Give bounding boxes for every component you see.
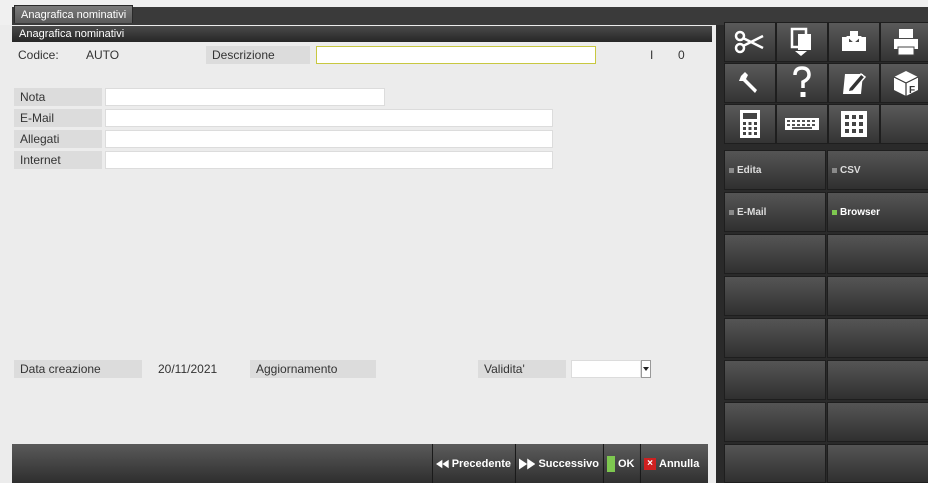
- edit-notes-button[interactable]: [828, 63, 880, 103]
- data-creazione-label: Data creazione: [14, 360, 142, 378]
- help-button[interactable]: [776, 63, 828, 103]
- empty-tool-slot: [880, 104, 928, 144]
- annulla-label: Annulla: [659, 457, 700, 470]
- flag-0: 0: [678, 48, 685, 62]
- printer-icon: [894, 29, 918, 56]
- settings-button[interactable]: [724, 63, 776, 103]
- function-box-button[interactable]: F: [880, 63, 928, 103]
- empty-side-button: [724, 318, 826, 358]
- svg-text:F: F: [909, 85, 915, 96]
- empty-side-button: [724, 276, 826, 316]
- empty-side-button: [724, 234, 826, 274]
- email-input[interactable]: [105, 109, 553, 127]
- aggiornamento-label: Aggiornamento: [250, 360, 376, 378]
- edita-indicator: [729, 167, 734, 173]
- empty-side-button: [827, 318, 928, 358]
- ok-button[interactable]: OK: [603, 444, 639, 483]
- copy-button[interactable]: [776, 22, 828, 62]
- cancel-x-icon: ×: [644, 457, 656, 470]
- empty-side-button: [724, 360, 826, 400]
- empty-side-button: [827, 360, 928, 400]
- print-button[interactable]: [880, 22, 928, 62]
- calculator-icon: [740, 110, 760, 138]
- keyboard-button[interactable]: [776, 104, 828, 144]
- empty-side-button: [724, 402, 826, 442]
- browser-indicator: [832, 209, 837, 215]
- email-side-label: E-Mail: [737, 206, 767, 218]
- ok-green-indicator: [607, 455, 615, 472]
- successivo-button[interactable]: Successivo: [515, 444, 602, 483]
- empty-side-button: [827, 402, 928, 442]
- copy-doc-icon: [790, 27, 811, 56]
- cut-button[interactable]: [724, 22, 776, 62]
- help-icon: [793, 66, 811, 97]
- chevron-down-icon: [643, 367, 649, 371]
- csv-indicator: [832, 167, 837, 173]
- codice-label: Codice:: [18, 48, 59, 62]
- empty-side-button: [827, 444, 928, 483]
- numpad-button[interactable]: [828, 104, 880, 144]
- import-button[interactable]: [828, 22, 880, 62]
- tab-anagrafica-nominativi[interactable]: Anagrafica nominativi: [14, 5, 134, 23]
- edita-label: Edita: [737, 164, 762, 176]
- rewind-icon: [436, 459, 449, 468]
- fast-forward-icon: [519, 458, 536, 469]
- nota-label: Nota: [14, 88, 102, 106]
- inbox-download-icon: [842, 31, 866, 51]
- empty-side-button: [827, 234, 928, 274]
- successivo-label: Successivo: [538, 457, 599, 470]
- scissors-icon: [734, 30, 764, 54]
- csv-button[interactable]: CSV: [827, 150, 928, 190]
- validita-label: Validita': [478, 360, 566, 378]
- wrench-icon: [739, 72, 757, 93]
- calculator-button[interactable]: [724, 104, 776, 144]
- ok-label: OK: [618, 457, 635, 470]
- flag-i: I: [650, 48, 654, 62]
- email-label: E-Mail: [14, 109, 102, 127]
- validita-dropdown-button[interactable]: [641, 360, 651, 378]
- allegati-input[interactable]: [105, 130, 553, 148]
- internet-label: Internet: [14, 151, 102, 169]
- keyboard-icon: [785, 118, 819, 130]
- precedente-label: Precedente: [451, 457, 511, 470]
- empty-side-button: [724, 444, 826, 483]
- email-side-button[interactable]: E-Mail: [724, 192, 826, 232]
- f-box-icon: F: [893, 71, 919, 96]
- codice-value: AUTO: [86, 48, 120, 62]
- validita-input[interactable]: [571, 360, 641, 378]
- browser-button[interactable]: Browser: [827, 192, 928, 232]
- form-header: Anagrafica nominativi: [12, 26, 712, 42]
- edit-doc-icon: [843, 72, 867, 94]
- csv-label: CSV: [840, 164, 861, 176]
- data-creazione-value: 20/11/2021: [158, 362, 218, 376]
- allegati-label: Allegati: [14, 130, 102, 148]
- edita-button[interactable]: Edita: [724, 150, 826, 190]
- numpad-icon: [841, 111, 867, 137]
- precedente-button[interactable]: Precedente: [432, 444, 514, 483]
- nota-input[interactable]: [105, 88, 385, 106]
- annulla-button[interactable]: × Annulla: [640, 444, 708, 483]
- descrizione-label: Descrizione: [206, 46, 310, 64]
- email-indicator: [729, 209, 734, 215]
- empty-side-button: [827, 276, 928, 316]
- browser-label: Browser: [840, 206, 881, 218]
- internet-input[interactable]: [105, 151, 553, 169]
- descrizione-input[interactable]: [316, 46, 596, 64]
